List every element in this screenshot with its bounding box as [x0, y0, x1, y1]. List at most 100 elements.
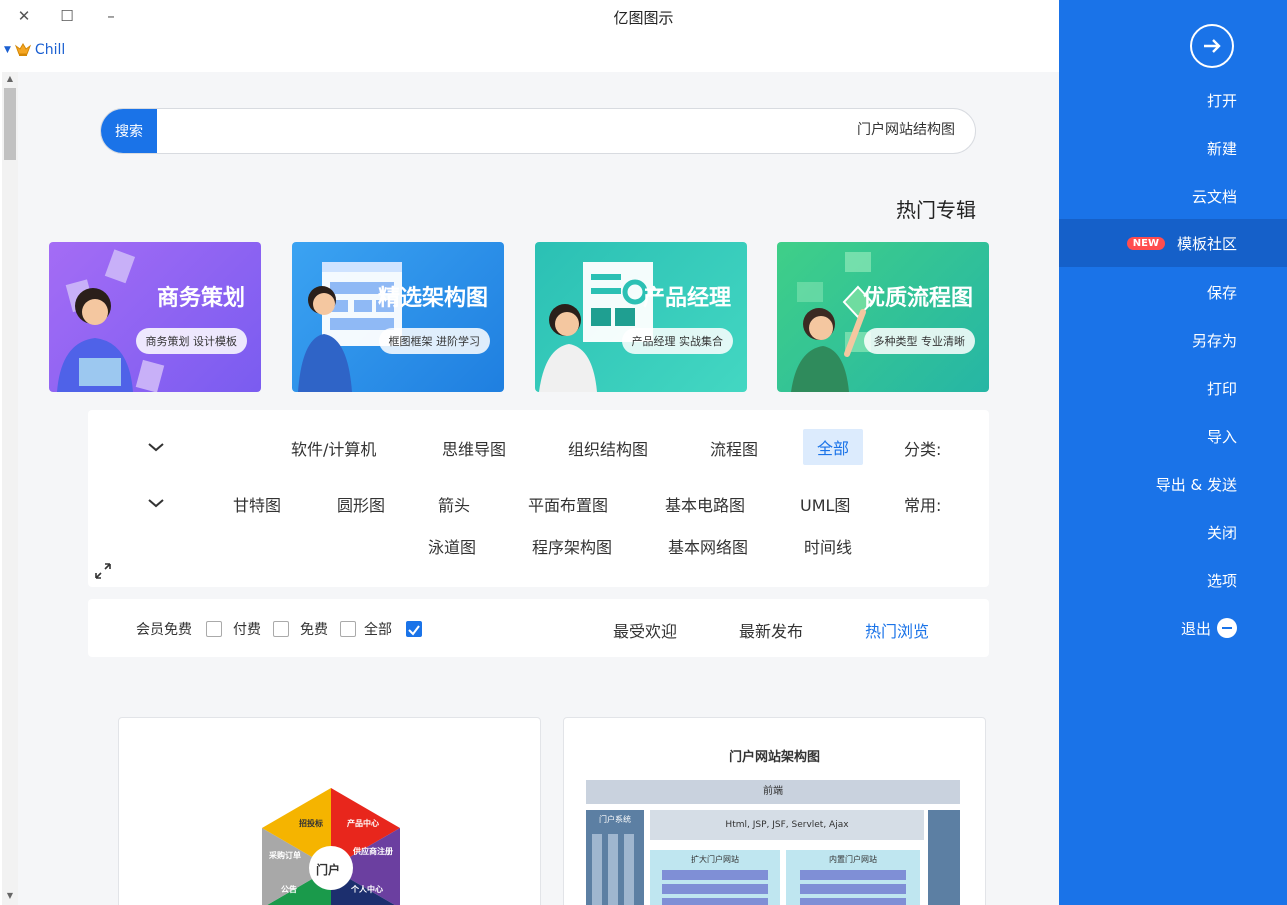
chevron-down-icon[interactable] — [146, 440, 166, 454]
sidebar-item-label: 新建 — [1206, 139, 1237, 158]
category-all[interactable]: 全部 — [803, 429, 864, 465]
common-basic-network[interactable]: 基本网络图 — [668, 534, 748, 558]
segment-label: 采购订单 — [269, 851, 301, 860]
checkbox-all-label: 全部 — [364, 622, 392, 638]
main-content: 搜索 热门专辑 优质流程图 多种类型 专业清晰 — [18, 72, 1059, 905]
sidebar-item-label: 导入 — [1206, 427, 1237, 446]
scroll-down-arrow-icon[interactable]: ▼ — [2, 889, 18, 903]
user-menu[interactable]: ▼ Chill — [4, 38, 65, 62]
scroll-up-arrow-icon[interactable]: ▲ — [2, 72, 18, 86]
close-button[interactable]: ✕ — [10, 4, 38, 28]
category-software[interactable]: 软件/计算机 — [291, 436, 376, 460]
sidebar-item-open[interactable]: 打开 — [1059, 76, 1287, 124]
search-input[interactable] — [255, 121, 955, 137]
sidebar-item-template-community[interactable]: NEW 模板社区 — [1059, 219, 1287, 267]
search-bar: 搜索 — [100, 108, 976, 154]
checkbox-member-free[interactable] — [206, 621, 222, 637]
category-mind-map[interactable]: 思维导图 — [442, 436, 506, 460]
banner-subtitle: 商务策划 设计模板 — [135, 328, 247, 354]
tab-hot-browse[interactable]: 热门浏览 — [865, 618, 929, 642]
segment-label: 个人中心 — [351, 885, 383, 894]
common-program-architecture[interactable]: 程序架构图 — [532, 534, 612, 558]
segment-label: 公告 — [281, 885, 297, 894]
checkbox-paid-label: 付费 — [233, 622, 261, 638]
sidebar-item-save-as[interactable]: 另存为 — [1059, 316, 1287, 364]
banner-flowchart[interactable]: 优质流程图 多种类型 专业清晰 — [777, 242, 989, 392]
check-icon — [408, 625, 420, 636]
sidebar-item-label: 导出 & 发送 — [1155, 475, 1237, 494]
sidebar-item-export-send[interactable]: 导出 & 发送 — [1059, 460, 1287, 508]
tab-latest[interactable]: 最新发布 — [739, 618, 803, 642]
checkbox-all[interactable] — [406, 621, 422, 637]
common-basic-circuit[interactable]: 基本电路图 — [665, 492, 745, 516]
common-floor-plan[interactable]: 平面布置图 — [528, 492, 608, 516]
arrow-right-icon — [1204, 39, 1221, 53]
close-icon: ✕ — [17, 7, 31, 25]
exit-icon — [1217, 618, 1237, 638]
sidebar-item-save[interactable]: 保存 — [1059, 268, 1287, 316]
banner-illustration — [298, 262, 402, 392]
banner-title: 优质流程图 — [862, 286, 973, 311]
card-tech-row: Html, JSP, JSF, Servlet, Ajax — [650, 810, 924, 840]
banner-subtitle: 产品经理 实战集合 — [621, 328, 733, 354]
banner-product-manager[interactable]: 产品经理 产品经理 实战集合 — [535, 242, 747, 392]
tech-label: Html, JSP, JSF, Servlet, Ajax — [725, 820, 849, 830]
banner-architecture[interactable]: 精选架构图 框图框架 进阶学习 — [292, 242, 504, 392]
common-swimlane[interactable]: 泳道图 — [428, 534, 476, 558]
card-sub2: 扩大门户网站 — [650, 850, 780, 905]
banner-business-planning[interactable]: 商务策划 商务策划 设计模板 — [49, 242, 261, 392]
banner-illustration — [57, 249, 165, 392]
sidebar-item-close[interactable]: 关闭 — [1059, 508, 1287, 556]
sidebar-item-label: 打开 — [1206, 91, 1237, 110]
sidebar-item-import[interactable]: 导入 — [1059, 412, 1287, 460]
minimize-button[interactable]: – — [97, 4, 125, 28]
sidebar-item-label: 退出 — [1180, 619, 1211, 638]
hot-albums-title: 热门专辑 — [896, 198, 976, 222]
chevron-down-icon[interactable] — [146, 496, 166, 510]
sidebar-item-cloud-docs[interactable]: 云文档 — [1059, 172, 1287, 220]
back-button[interactable] — [1190, 24, 1234, 68]
checkbox-paid[interactable] — [273, 621, 289, 637]
common-arrow[interactable]: 箭头 — [438, 492, 470, 516]
common-timeline[interactable]: 时间线 — [804, 534, 852, 558]
tab-most-popular[interactable]: 最受欢迎 — [613, 618, 677, 642]
sidebar-item-label: 云文档 — [1191, 187, 1237, 206]
banner-subtitle: 框图框架 进阶学习 — [378, 328, 490, 354]
expand-icon[interactable] — [94, 562, 112, 580]
user-name: Chill — [34, 42, 66, 58]
title-bar: ✕ ☐ – — [0, 0, 1059, 36]
vertical-scrollbar[interactable]: ▲ ▼ — [2, 72, 18, 905]
category-label: 分类: — [904, 440, 942, 459]
card-left-column: 门户系统 — [586, 810, 644, 905]
template-card-portal-architecture[interactable]: 门户网站架构图 前端 门户系统 Html, JSP, JSF, Servlet,… — [563, 717, 986, 905]
banner-title: 商务策划 — [156, 286, 245, 311]
common-circle[interactable]: 圆形图 — [337, 492, 385, 516]
hexagon-center-label: 门户 — [316, 863, 341, 877]
minimize-icon: – — [107, 7, 115, 25]
sidebar-item-new[interactable]: 新建 — [1059, 124, 1287, 172]
sidebar-item-label: 关闭 — [1206, 523, 1237, 542]
common-gantt[interactable]: 甘特图 — [233, 492, 281, 516]
sidebar-item-options[interactable]: 选项 — [1059, 556, 1287, 604]
category-org-chart[interactable]: 组织结构图 — [568, 436, 648, 460]
segment-label: 产品中心 — [347, 819, 379, 828]
common-uml[interactable]: UML图 — [800, 492, 850, 516]
banner-illustration — [539, 262, 653, 392]
sidebar-item-label: 保存 — [1206, 283, 1237, 302]
checkbox-member-free-label: 会员免费 — [136, 622, 192, 638]
banner-title: 产品经理 — [642, 286, 731, 311]
maximize-button[interactable]: ☐ — [53, 4, 81, 28]
sidebar-item-label: 模板社区 — [1176, 234, 1237, 253]
sidebar-item-exit[interactable]: 退出 — [1059, 604, 1287, 652]
checkbox-free[interactable] — [340, 621, 356, 637]
left-column-label: 门户系统 — [599, 815, 631, 824]
banner-subtitle: 多种类型 专业清晰 — [863, 328, 975, 354]
category-flowchart[interactable]: 流程图 — [710, 436, 758, 460]
new-badge: NEW — [1126, 236, 1165, 250]
vip-crown-icon — [14, 43, 31, 56]
search-button[interactable]: 搜索 — [101, 109, 157, 153]
sidebar-item-print[interactable]: 打印 — [1059, 364, 1287, 412]
scroll-thumb[interactable] — [4, 88, 16, 160]
card-band: 前端 — [586, 780, 960, 804]
template-card-portal-hexagon[interactable]: 门户 产品中心 供应商注册 个人中心 公告 采购订单 招投标 — [118, 717, 541, 905]
